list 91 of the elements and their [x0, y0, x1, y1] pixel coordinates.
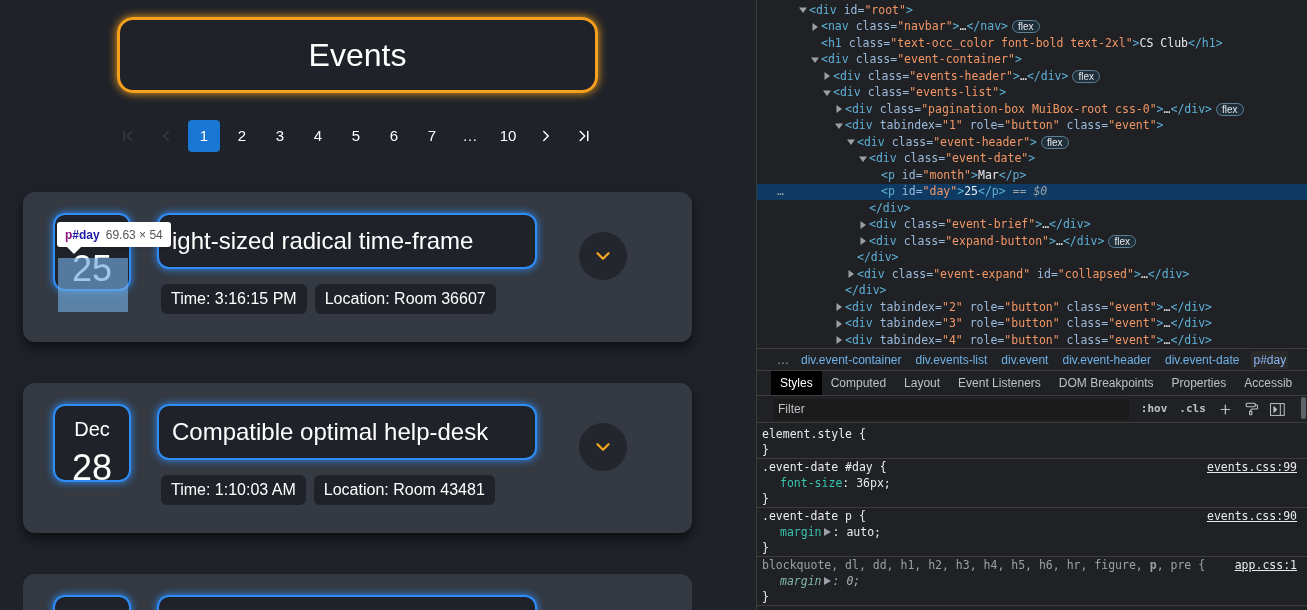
- panel-tab[interactable]: Accessib: [1235, 371, 1302, 395]
- css-property[interactable]: margin : auto;: [780, 524, 1297, 540]
- dom-node[interactable]: <div class="event-brief">…</div>: [757, 216, 1307, 233]
- dom-node[interactable]: <div id="root">: [757, 2, 1307, 19]
- page-button[interactable]: 4: [302, 120, 334, 152]
- source-link[interactable]: events.css:90: [1207, 508, 1297, 524]
- rule-selector: .event-date p {: [762, 508, 866, 524]
- source-link[interactable]: events.css:99: [1207, 459, 1297, 475]
- dom-node[interactable]: <div class="event-container">: [757, 51, 1307, 68]
- scrollbar[interactable]: [1301, 397, 1306, 419]
- dom-node[interactable]: <div class="expand-button">…</div> flex: [757, 233, 1307, 250]
- sidebar-toggle-icon[interactable]: [1270, 402, 1285, 416]
- flex-badge[interactable]: flex: [1216, 102, 1244, 116]
- breadcrumb[interactable]: div.event: [999, 350, 1051, 369]
- dom-node[interactable]: <div class="event-expand" id="collapsed">…</div>: [757, 266, 1307, 283]
- css-property[interactable]: margin : 0;: [780, 573, 1297, 589]
- location-chip: Location: Room 36607: [314, 284, 496, 314]
- rule-selector: blockquote, dl, dd, h1, h2, h3, h4, h5, h6, hr, figure, p, pre {: [762, 557, 1206, 573]
- expand-arrow-icon[interactable]: [823, 528, 831, 536]
- event-day: 28: [71, 448, 112, 488]
- filter-field[interactable]: Filter: [774, 398, 1129, 420]
- dom-node[interactable]: <div class="events-list">: [757, 84, 1307, 101]
- breadcrumb[interactable]: div.event-header: [1060, 350, 1153, 369]
- dom-node[interactable]: </div>: [757, 282, 1307, 299]
- collapsed-arrow-icon[interactable]: [847, 270, 855, 279]
- tooltip-selector: p#day: [65, 226, 100, 244]
- location-chip: Location: Room 43481: [313, 475, 495, 505]
- flex-badge[interactable]: flex: [1108, 234, 1136, 248]
- source-link[interactable]: app.css:1: [1234, 557, 1297, 573]
- css-property[interactable]: font-size: 36px;: [780, 475, 1297, 491]
- rule-selector: .event-date #day {: [762, 459, 887, 475]
- dom-node[interactable]: <div tabindex="4" role="button" class="event">…</div>: [757, 332, 1307, 349]
- time-chip: Time: 1:10:03 AM: [161, 475, 306, 505]
- page-button[interactable]: 10: [492, 120, 524, 152]
- rule-close-brace: }: [762, 540, 770, 556]
- expand-arrow-icon[interactable]: [823, 577, 831, 585]
- flex-badge[interactable]: flex: [1072, 69, 1100, 83]
- breadcrumb[interactable]: p#day: [1251, 350, 1289, 369]
- dom-node[interactable]: … <p id="day">25</p> == $0: [757, 183, 1307, 200]
- dom-node[interactable]: </div>: [757, 249, 1307, 266]
- time-chip: Time: 3:16:15 PM: [161, 284, 307, 314]
- breadcrumb[interactable]: div.event-date: [1162, 350, 1242, 369]
- event-card[interactable]: 25 ight-sized radical time-frame Time: 3:16:15 PM Location: Room 36607 p#day 69.63 × 54: [23, 192, 692, 342]
- collapsed-arrow-icon[interactable]: [823, 72, 831, 81]
- page-button[interactable]: 6: [378, 120, 410, 152]
- dom-node[interactable]: <div class="events-header">…</div> flex: [757, 68, 1307, 85]
- dom-node[interactable]: <div class="event-header"> flex: [757, 134, 1307, 151]
- page-button[interactable]: 3: [264, 120, 296, 152]
- paint-roller-icon[interactable]: [1244, 402, 1259, 416]
- panel-tab[interactable]: Event Listeners: [949, 371, 1050, 395]
- event-month: Dec: [74, 418, 110, 440]
- panel-tab[interactable]: Computed: [821, 371, 896, 395]
- dom-node[interactable]: <p id="month">Mar</p>: [757, 167, 1307, 184]
- dom-node[interactable]: <nav class="navbar">…</nav> flex: [757, 18, 1307, 35]
- dom-node[interactable]: <div tabindex="1" role="button" class="event">: [757, 117, 1307, 134]
- event-card[interactable]: Dec 28 Compatible optimal help-desk Time: 1:10:03 AM Location: Room 43481: [23, 383, 692, 533]
- collapsed-arrow-icon[interactable]: [835, 105, 843, 114]
- page-button[interactable]: 7: [416, 120, 448, 152]
- filter-toggle-button[interactable]: :hov: [1140, 400, 1168, 418]
- page-button[interactable]: 1: [188, 120, 220, 152]
- pagination-ellipsis: …: [461, 125, 479, 146]
- breadcrumb[interactable]: div.events-list: [913, 350, 990, 369]
- panel-tab[interactable]: Properties: [1162, 371, 1236, 395]
- expanded-arrow-icon[interactable]: [799, 6, 807, 15]
- filter-toggle-button[interactable]: .cls: [1179, 400, 1206, 418]
- dom-node[interactable]: <div class="event-date">: [757, 150, 1307, 167]
- page-button[interactable]: 5: [340, 120, 372, 152]
- expanded-arrow-icon[interactable]: [823, 88, 831, 97]
- dom-node[interactable]: <div tabindex="2" role="button" class="event">…</div>: [757, 299, 1307, 316]
- panel-tab[interactable]: Styles: [771, 371, 822, 395]
- dom-node[interactable]: <div class="pagination-box MuiBox-root css-0">…</div> flex: [757, 101, 1307, 118]
- event-day: 25: [71, 249, 112, 289]
- flex-badge[interactable]: flex: [1012, 20, 1040, 34]
- flex-badge[interactable]: flex: [1041, 135, 1069, 149]
- events-heading: Events: [117, 17, 598, 93]
- panel-tab[interactable]: DOM Breakpoints: [1049, 371, 1163, 395]
- rule-close-brace: }: [762, 589, 770, 605]
- rule-close-brace: }: [762, 491, 770, 507]
- event-title: Compatible optimal help-desk: [157, 404, 537, 460]
- expanded-arrow-icon[interactable]: [811, 55, 819, 64]
- tooltip-size: 69.63 × 54: [105, 226, 163, 244]
- breadcrumb-overflow[interactable]: …: [777, 350, 789, 369]
- collapsed-arrow-icon[interactable]: [811, 22, 819, 31]
- rule-selector: element.style {: [762, 426, 866, 442]
- breadcrumb[interactable]: div.event-container: [799, 350, 904, 369]
- dom-node[interactable]: </div>: [757, 200, 1307, 217]
- rule-close-brace: }: [762, 442, 770, 458]
- dom-node[interactable]: <div tabindex="3" role="button" class="event">…</div>: [757, 315, 1307, 332]
- panel-tab[interactable]: Layout: [895, 371, 950, 395]
- page-button[interactable]: 2: [226, 120, 258, 152]
- dom-node[interactable]: <h1 class="text-occ_color font-bold text-2xl">CS Club</h1>: [757, 35, 1307, 52]
